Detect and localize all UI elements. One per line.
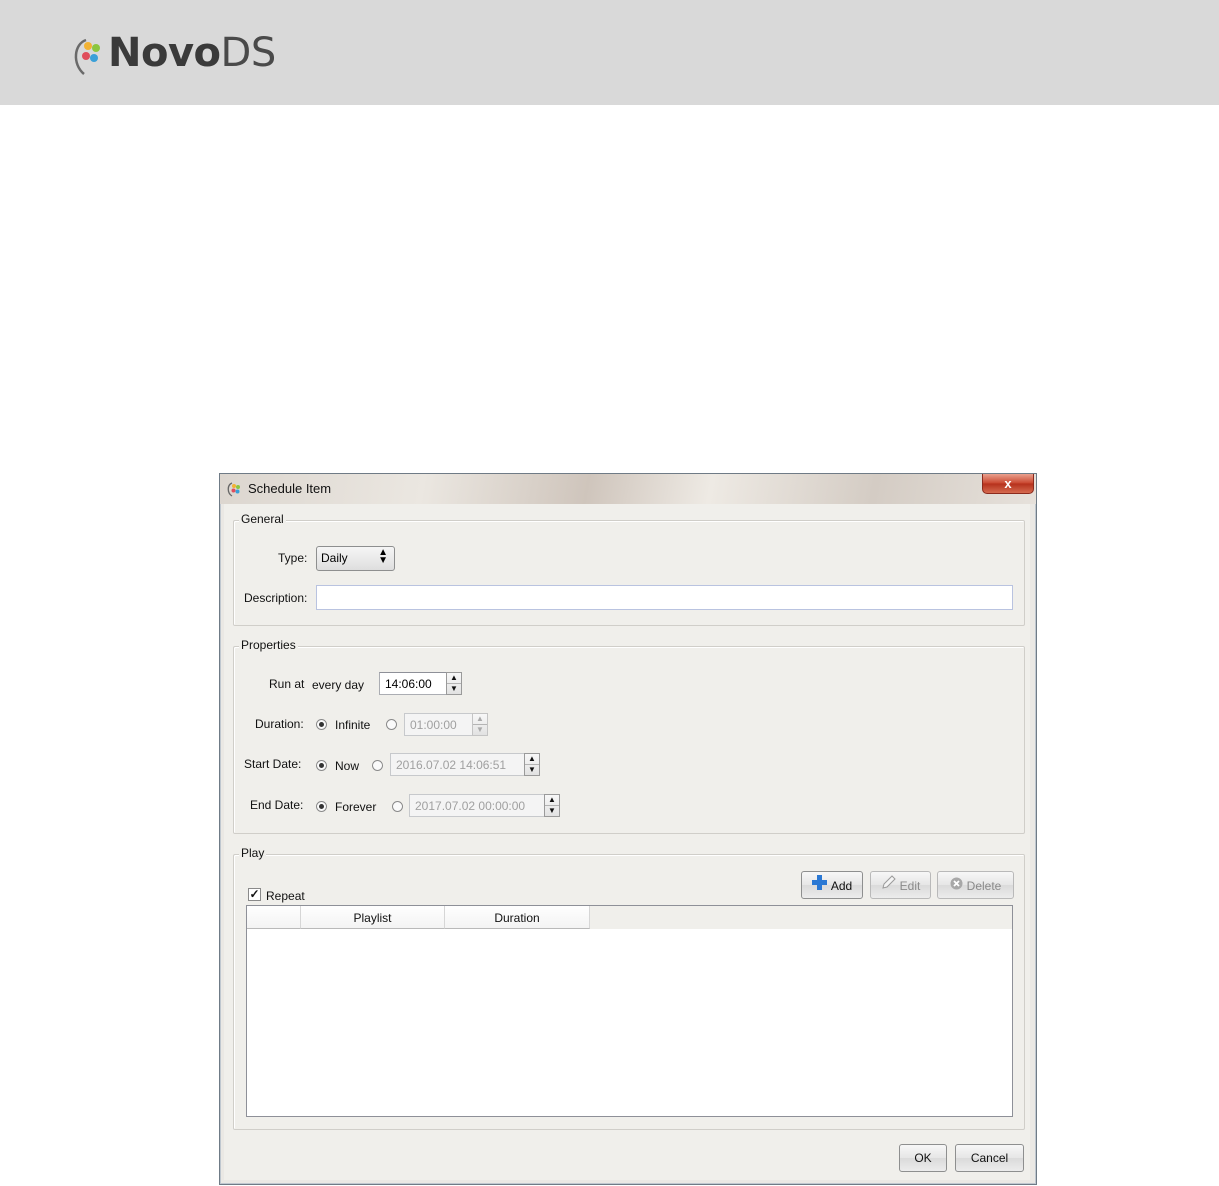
header-band: NovoDS — [0, 0, 1219, 105]
end-custom-radio[interactable] — [392, 801, 403, 812]
edit-button[interactable]: Edit — [870, 871, 931, 899]
delete-button[interactable]: Delete — [937, 871, 1014, 899]
column-header-select[interactable] — [247, 906, 301, 929]
properties-group: Properties Run at every day 14:06:00 ▲ ▼… — [233, 638, 1025, 834]
start-date-label: Start Date: — [244, 757, 302, 771]
run-at-time-spinner[interactable]: ▲ ▼ — [446, 672, 462, 695]
spin-down-icon[interactable]: ▼ — [447, 684, 461, 695]
cancel-button-label: Cancel — [970, 1151, 1009, 1165]
spin-up-icon[interactable]: ▲ — [545, 795, 559, 806]
add-button[interactable]: Add — [801, 871, 863, 899]
duration-infinite-label: Infinite — [335, 718, 371, 732]
window-title: Schedule Item — [248, 481, 332, 496]
ok-button[interactable]: OK — [899, 1144, 947, 1172]
spin-up-icon[interactable]: ▲ — [447, 673, 461, 684]
run-at-time-value: 14:06:00 — [385, 677, 432, 691]
end-forever-label: Forever — [335, 800, 377, 814]
start-date-value: 2016.07.02 14:06:51 — [396, 758, 507, 772]
duration-spinner[interactable]: ▲ ▼ — [472, 713, 488, 736]
cancel-button[interactable]: Cancel — [955, 1144, 1024, 1172]
brand-name: NovoDS — [108, 30, 276, 76]
start-now-label: Now — [335, 759, 360, 773]
spin-down-icon[interactable]: ▼ — [473, 725, 487, 736]
novods-logo-icon — [74, 38, 100, 75]
start-date-spinner[interactable]: ▲ ▼ — [524, 753, 540, 776]
pencil-icon — [881, 873, 896, 899]
close-button[interactable]: x — [982, 474, 1034, 494]
properties-group-title: Properties — [239, 638, 298, 652]
end-date-label: End Date: — [250, 798, 304, 812]
updown-arrow-icon: ▲ ▼ — [378, 547, 388, 566]
end-forever-radio[interactable] — [316, 801, 327, 812]
type-select[interactable]: Daily ▲ ▼ — [316, 546, 395, 571]
end-date-input[interactable]: 2017.07.02 00:00:00 — [409, 794, 545, 817]
start-custom-radio[interactable] — [372, 760, 383, 771]
general-group-title: General — [239, 512, 286, 526]
table-header-filler — [590, 906, 1012, 929]
schedule-item-dialog: Schedule Item x General Type: Daily ▲ ▼ D… — [219, 473, 1037, 1185]
title-bar[interactable]: Schedule Item x — [220, 474, 1036, 504]
run-at-time-input[interactable]: 14:06:00 — [379, 672, 447, 695]
duration-input[interactable]: 01:00:00 — [404, 713, 473, 736]
duration-infinite-radio[interactable] — [316, 719, 327, 730]
play-group: Play ✓ Repeat Add Edit Delete Playlist D… — [233, 846, 1025, 1130]
plus-icon — [811, 873, 827, 899]
type-select-value: Daily — [321, 551, 348, 565]
start-date-input[interactable]: 2016.07.02 14:06:51 — [390, 753, 525, 776]
duration-label: Duration: — [255, 717, 304, 731]
run-at-label: Run at — [269, 677, 305, 691]
play-group-title: Play — [239, 846, 267, 860]
spin-up-icon[interactable]: ▲ — [525, 754, 539, 765]
repeat-checkbox[interactable]: ✓ — [248, 888, 261, 901]
column-header-duration[interactable]: Duration — [445, 906, 590, 929]
duration-value: 01:00:00 — [410, 718, 457, 732]
duration-custom-radio[interactable] — [386, 719, 397, 730]
playlist-table[interactable]: Playlist Duration — [246, 905, 1013, 1117]
spin-up-icon[interactable]: ▲ — [473, 714, 487, 725]
app-icon — [227, 482, 240, 497]
spin-down-icon[interactable]: ▼ — [545, 806, 559, 817]
repeat-label: Repeat — [266, 889, 305, 903]
run-at-every-text: every day — [312, 678, 365, 692]
general-group: General Type: Daily ▲ ▼ Description: — [233, 512, 1025, 626]
close-icon: x — [1004, 476, 1012, 491]
start-now-radio[interactable] — [316, 760, 327, 771]
delete-icon — [950, 873, 963, 899]
ok-button-label: OK — [914, 1151, 932, 1165]
end-date-spinner[interactable]: ▲ ▼ — [544, 794, 560, 817]
description-input[interactable] — [316, 585, 1013, 610]
end-date-value: 2017.07.02 00:00:00 — [415, 799, 526, 813]
description-label: Description: — [244, 591, 308, 605]
dialog-body: General Type: Daily ▲ ▼ Description: Prop… — [224, 504, 1030, 1180]
type-label: Type: — [278, 551, 308, 565]
column-header-playlist[interactable]: Playlist — [301, 906, 445, 929]
spin-down-icon[interactable]: ▼ — [525, 765, 539, 776]
